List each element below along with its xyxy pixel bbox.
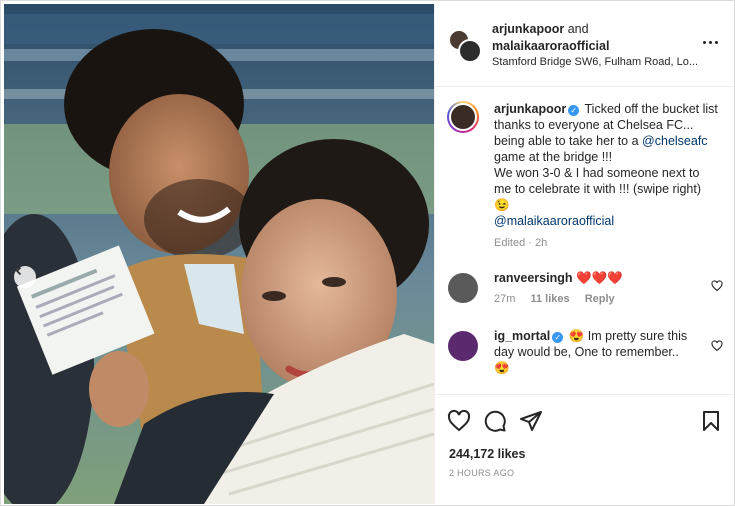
paper-plane-icon[interactable] xyxy=(519,409,543,433)
comments-section: arjunkapoor ✓ Ticked off the bucket list … xyxy=(435,88,734,393)
comment-avatar[interactable] xyxy=(448,273,478,303)
comment-icon[interactable] xyxy=(483,409,507,433)
chevron-left-icon xyxy=(15,266,22,276)
post-side-panel: arjunkapoor and malaikaaroraofficial Sta… xyxy=(434,4,734,504)
comment-username[interactable]: ranveersingh xyxy=(494,271,573,285)
comment-like-heart-icon[interactable] xyxy=(711,340,723,352)
caption-avatar[interactable] xyxy=(447,101,479,133)
comment-body: ig_mortal ✓ 😍 Im pretty sure this day wou… xyxy=(494,328,706,376)
header-and-text: and xyxy=(567,22,589,36)
instagram-post-modal: arjunkapoor and malaikaaroraofficial Sta… xyxy=(0,0,735,506)
likes-count[interactable]: 244,172 likes xyxy=(449,447,525,461)
heart-icon[interactable] xyxy=(447,409,471,433)
caption-meta: Edited · 2h xyxy=(494,237,548,249)
comment-body: ranveersingh ❤️❤️❤️ 27m 11 likes Reply xyxy=(494,270,706,307)
mention-chelseafc[interactable]: @chelseafc xyxy=(642,134,708,148)
location-link[interactable]: Stamford Bridge SW6, Fulham Road, Lo... xyxy=(492,56,697,68)
post-photo[interactable] xyxy=(4,4,434,504)
post-timestamp: 2 HOURS AGO xyxy=(449,468,515,478)
comment-reply-button[interactable]: Reply xyxy=(585,293,615,305)
comment-like-heart-icon[interactable] xyxy=(711,280,723,292)
bookmark-icon[interactable] xyxy=(699,409,723,433)
more-options-icon[interactable] xyxy=(699,34,721,50)
verified-badge-icon: ✓ xyxy=(552,332,564,343)
verified-badge-icon: ✓ xyxy=(568,105,580,116)
collab-avatars[interactable] xyxy=(448,29,482,63)
caption-username[interactable]: arjunkapoor xyxy=(494,102,566,116)
caption-emoji: 😉 xyxy=(494,198,510,212)
post-caption: arjunkapoor ✓ Ticked off the bucket list … xyxy=(494,101,720,251)
comment-likes[interactable]: 11 likes xyxy=(530,293,569,305)
comment-text: ❤️❤️❤️ xyxy=(576,271,623,285)
post-actions: 244,172 likes 2 HOURS AGO xyxy=(435,394,734,504)
comment-emoji: 😍 xyxy=(494,361,510,375)
caption-text-3: We won 3-0 & I had someone next to me to… xyxy=(494,166,702,196)
comment-avatar[interactable] xyxy=(448,331,478,361)
carousel-prev-button[interactable] xyxy=(14,266,36,288)
photo-illustration xyxy=(4,4,434,504)
post-header: arjunkapoor and malaikaaroraofficial Sta… xyxy=(435,4,734,87)
caption-text-2: game at the bridge !!! xyxy=(494,150,613,164)
mention-malaikaaroraofficial[interactable]: @malaikaaroraofficial xyxy=(494,214,614,228)
comment-username[interactable]: ig_mortal xyxy=(494,329,550,343)
header-username-1[interactable]: arjunkapoor xyxy=(492,22,564,36)
comment-meta: 27m 11 likes Reply xyxy=(494,291,706,307)
avatar-malaikaaroraofficial[interactable] xyxy=(458,39,482,63)
collab-usernames: arjunkapoor and malaikaaroraofficial xyxy=(492,21,692,55)
header-username-2[interactable]: malaikaaroraofficial xyxy=(492,39,609,53)
comment-time: 27m xyxy=(494,293,516,305)
